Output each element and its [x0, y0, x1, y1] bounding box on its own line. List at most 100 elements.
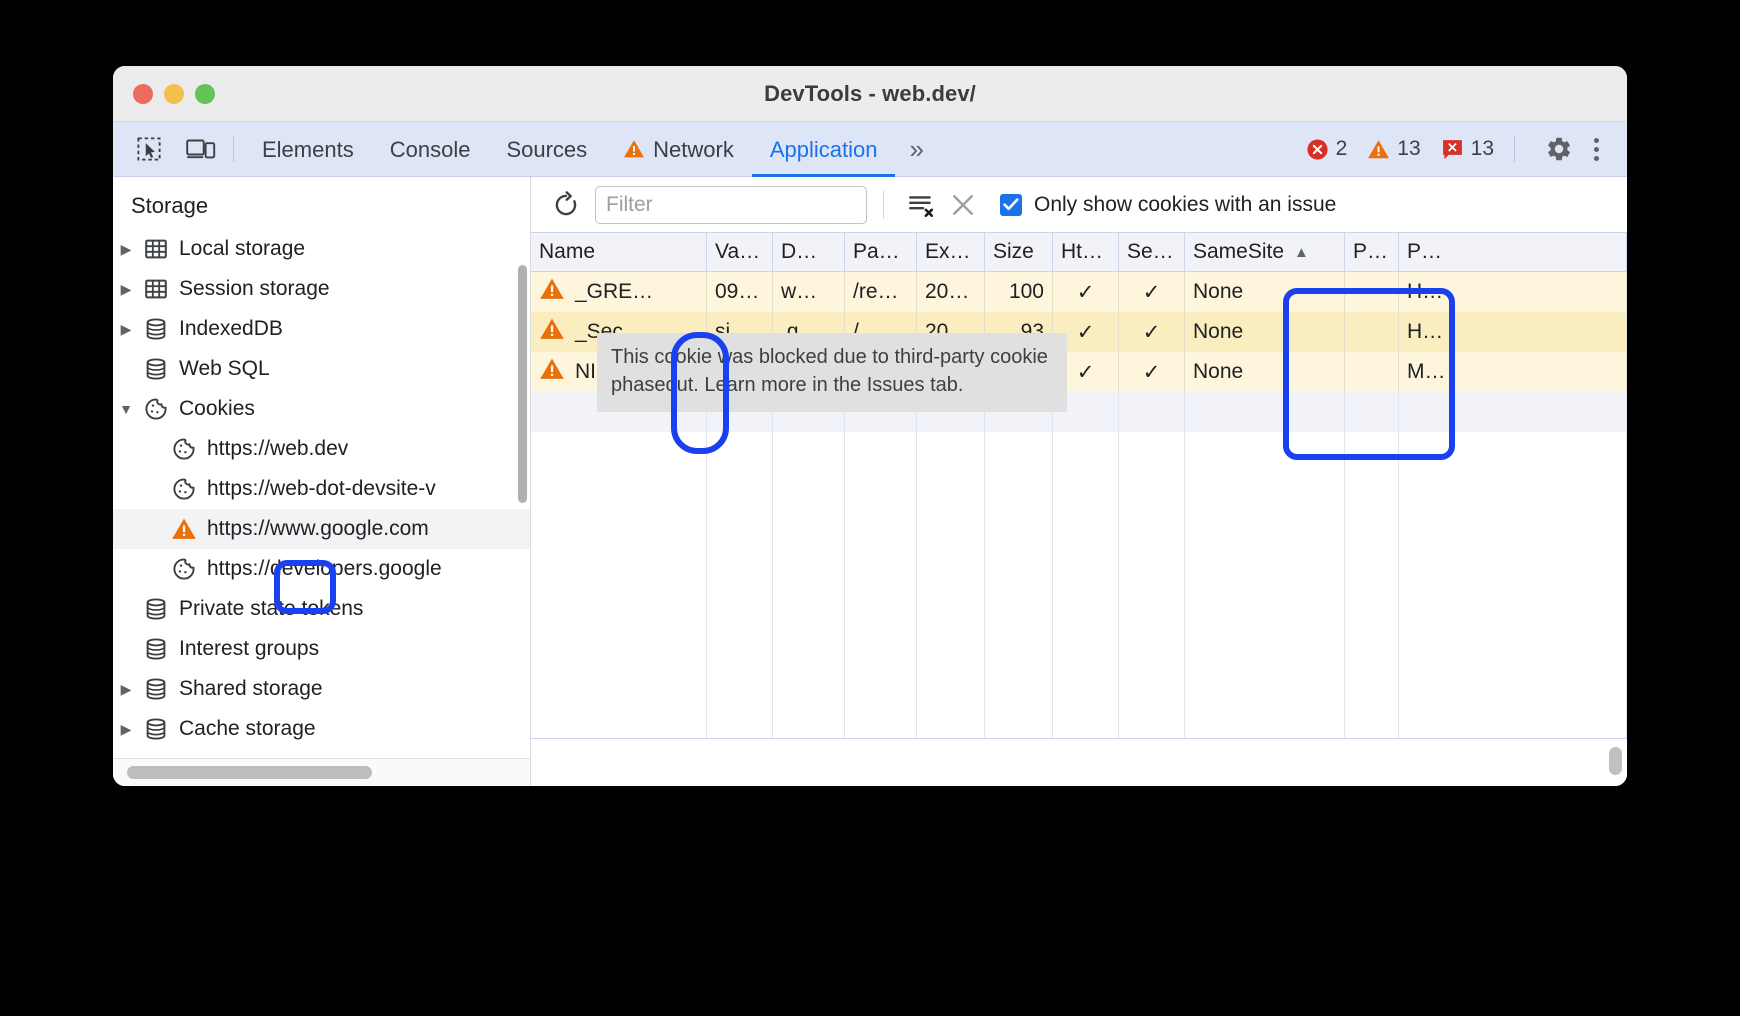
- chevron-down-icon[interactable]: ▼: [113, 401, 139, 417]
- cell-priority[interactable]: M…: [1399, 352, 1627, 392]
- column-header-expires[interactable]: Ex…: [917, 233, 985, 271]
- checkbox-box[interactable]: [1000, 193, 1022, 216]
- cell-priority[interactable]: H…: [1399, 312, 1627, 352]
- sidebar-item-cookies[interactable]: ▼ Cookies: [113, 389, 530, 429]
- cell-secure[interactable]: ✓: [1119, 272, 1185, 312]
- cell-domain[interactable]: w…: [773, 272, 845, 312]
- chevron-right-icon[interactable]: ▶: [113, 681, 139, 698]
- tabstrip-divider: [233, 136, 234, 162]
- warning-count-value: 13: [1397, 137, 1421, 160]
- message-count[interactable]: 13: [1431, 137, 1504, 161]
- cell-value[interactable]: 09…: [707, 272, 773, 312]
- cell-priority[interactable]: H…: [1399, 272, 1627, 312]
- column-header-name[interactable]: Name: [531, 233, 707, 271]
- error-count-value: 2: [1335, 137, 1348, 160]
- sidebar-item-web-sql[interactable]: ▶Web SQL: [113, 349, 530, 389]
- cell-path[interactable]: /re…: [845, 272, 917, 312]
- cell-samesite[interactable]: None: [1185, 312, 1345, 352]
- tab-application[interactable]: Application: [752, 122, 896, 177]
- inspect-element-icon[interactable]: [127, 129, 171, 169]
- database-icon: [139, 677, 173, 701]
- warning-count[interactable]: 13: [1357, 137, 1430, 161]
- sidebar-vertical-scrollbar[interactable]: [518, 265, 527, 503]
- sidebar-item-label: Private state tokens: [179, 597, 364, 620]
- column-header-path[interactable]: Pa…: [845, 233, 917, 271]
- cell-httponly[interactable]: ✓: [1053, 272, 1119, 312]
- warning-icon[interactable]: [539, 317, 565, 347]
- sidebar-item-https-www-google-com[interactable]: ▶https://www.google.com: [113, 509, 530, 549]
- cell-samesite[interactable]: None: [1185, 272, 1345, 312]
- sidebar-item-https-web-dot-devsite-v[interactable]: ▶https://web-dot-devsite-v: [113, 469, 530, 509]
- sidebar-item-label: https://web-dot-devsite-v: [207, 477, 436, 500]
- sidebar-item-local-storage[interactable]: ▶ Local storage: [113, 229, 530, 269]
- cell-partition[interactable]: [1345, 312, 1399, 352]
- column-header-priority[interactable]: P…: [1399, 233, 1627, 271]
- warning-icon[interactable]: [539, 277, 565, 307]
- chevron-right-icon[interactable]: ▶: [113, 241, 139, 258]
- sidebar-item-cache-storage[interactable]: ▶ Cache storage: [113, 709, 530, 749]
- chevron-right-icon[interactable]: ▶: [113, 321, 139, 338]
- only-show-issues-checkbox[interactable]: Only show cookies with an issue: [1000, 193, 1336, 217]
- cookies-data-grid: Name Va… D… Pa… Ex… Size Ht… Se… SameSite ▲ P… P… _…: [531, 232, 1627, 738]
- column-header-secure[interactable]: Se…: [1119, 233, 1185, 271]
- cell-size[interactable]: 100: [985, 272, 1053, 312]
- cell-partition[interactable]: [1345, 352, 1399, 392]
- storage-tree: ▶ Local storage ▶ Session storage ▶ IndexedDB…: [113, 229, 530, 758]
- tab-sources[interactable]: Sources: [488, 122, 605, 177]
- more-options-icon[interactable]: [1579, 129, 1613, 169]
- empty-row: [531, 672, 1627, 712]
- cookie-icon: [167, 477, 201, 501]
- cell-value: ✓: [1142, 320, 1161, 344]
- column-header-httponly[interactable]: Ht…: [1053, 233, 1119, 271]
- column-header-samesite[interactable]: SameSite ▲: [1185, 233, 1345, 271]
- sidebar-scroll-thumb[interactable]: [127, 766, 372, 779]
- clear-filtered-cookies-icon[interactable]: [900, 184, 942, 226]
- sidebar-horizontal-scrollbar[interactable]: [113, 758, 530, 786]
- devtools-tabstrip: Elements Console Sources Network Applica…: [113, 122, 1627, 177]
- message-count-value: 13: [1470, 137, 1494, 160]
- sidebar-item-label: Shared storage: [179, 677, 323, 700]
- cell-name[interactable]: _GRE…: [531, 272, 707, 312]
- column-header-label: Ht…: [1061, 240, 1103, 263]
- refresh-icon[interactable]: [545, 184, 587, 226]
- error-count[interactable]: 2: [1296, 137, 1358, 161]
- database-icon: [139, 637, 173, 661]
- detail-scroll-thumb[interactable]: [1609, 747, 1622, 775]
- sidebar-item-indexeddb[interactable]: ▶ IndexedDB: [113, 309, 530, 349]
- warning-icon: [623, 139, 645, 159]
- cell-secure[interactable]: ✓: [1119, 352, 1185, 392]
- sidebar-item-https-developers-google[interactable]: ▶https://developers.google: [113, 549, 530, 589]
- tab-sources-label: Sources: [506, 136, 588, 162]
- column-header-value[interactable]: Va…: [707, 233, 773, 271]
- filter-input[interactable]: [595, 185, 867, 224]
- column-header-domain[interactable]: D…: [773, 233, 845, 271]
- device-toolbar-icon[interactable]: [179, 129, 223, 169]
- cell-partition[interactable]: [1345, 272, 1399, 312]
- cell-secure[interactable]: ✓: [1119, 312, 1185, 352]
- column-header-size[interactable]: Size: [985, 233, 1053, 271]
- chevron-right-icon[interactable]: ▶: [113, 281, 139, 298]
- tab-network-label: Network: [653, 136, 734, 162]
- sidebar-item-https-web-dev[interactable]: ▶https://web.dev: [113, 429, 530, 469]
- tab-elements[interactable]: Elements: [244, 122, 372, 177]
- table-row[interactable]: _GRE… 09… w… /re… 20… 100 ✓ ✓ None H…: [531, 272, 1627, 312]
- warning-icon[interactable]: [539, 357, 565, 387]
- chevron-right-icon[interactable]: ▶: [113, 721, 139, 738]
- sidebar-item-session-storage[interactable]: ▶ Session storage: [113, 269, 530, 309]
- sidebar-item-label: https://web.dev: [207, 437, 349, 460]
- tab-console[interactable]: Console: [372, 122, 489, 177]
- more-tabs-icon[interactable]: »: [895, 134, 933, 165]
- sidebar-heading: Storage: [131, 193, 209, 218]
- column-header-partition[interactable]: P…: [1345, 233, 1399, 271]
- sort-ascending-icon: ▲: [1294, 243, 1309, 261]
- sidebar-item-private-state-tokens[interactable]: ▶Private state tokens: [113, 589, 530, 629]
- clear-all-cookies-icon[interactable]: [942, 184, 984, 226]
- cookies-panel: Only show cookies with an issue Name Va… D…: [531, 177, 1627, 786]
- sidebar-item-shared-storage[interactable]: ▶ Shared storage: [113, 669, 530, 709]
- gear-icon[interactable]: [1539, 129, 1579, 169]
- sidebar-item-interest-groups[interactable]: ▶Interest groups: [113, 629, 530, 669]
- cell-expires[interactable]: 20…: [917, 272, 985, 312]
- tab-network[interactable]: Network: [605, 122, 752, 177]
- column-header-label: D…: [781, 240, 818, 263]
- cell-samesite[interactable]: None: [1185, 352, 1345, 392]
